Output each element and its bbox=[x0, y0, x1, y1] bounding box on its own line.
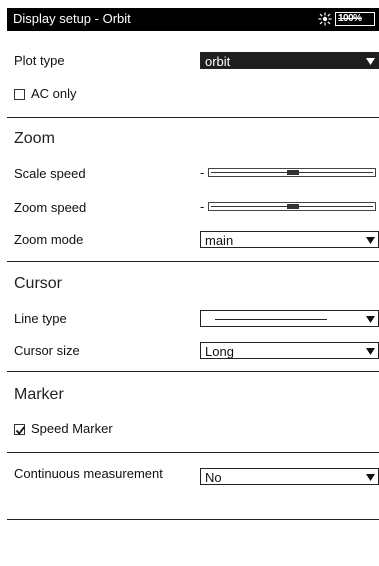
line-type-sample bbox=[215, 319, 327, 320]
cursor-size-label: Cursor size bbox=[14, 343, 80, 358]
slider-track bbox=[208, 202, 376, 211]
line-type-select[interactable] bbox=[200, 310, 379, 327]
slider-track bbox=[208, 168, 376, 177]
plot-type-value: orbit bbox=[205, 54, 231, 69]
ac-only-checkbox[interactable] bbox=[14, 89, 25, 100]
zoom-mode-select[interactable]: main bbox=[200, 231, 379, 248]
slider-min-text: - bbox=[200, 165, 205, 180]
dropdown-arrow-icon bbox=[366, 58, 375, 65]
dropdown-arrow-icon bbox=[366, 237, 375, 244]
slider-thumb[interactable] bbox=[287, 170, 299, 175]
cursor-size-select[interactable]: Long bbox=[200, 342, 379, 359]
slider-thumb[interactable] bbox=[287, 204, 299, 209]
divider bbox=[7, 519, 379, 520]
zoom-heading: Zoom bbox=[14, 130, 55, 147]
ac-only-label: AC only bbox=[31, 86, 77, 101]
window-title: Display setup - Orbit bbox=[13, 11, 131, 26]
title-bar: Display setup - Orbit 100% bbox=[7, 8, 379, 31]
marker-heading: Marker bbox=[14, 386, 64, 403]
speed-marker-label: Speed Marker bbox=[31, 421, 113, 436]
battery-indicator: 100% bbox=[335, 12, 375, 26]
divider bbox=[7, 452, 379, 453]
slider-min-text: - bbox=[200, 199, 205, 214]
dropdown-arrow-icon bbox=[366, 348, 375, 355]
plot-type-select[interactable]: orbit bbox=[200, 52, 379, 69]
line-type-label: Line type bbox=[14, 311, 67, 326]
dropdown-arrow-icon bbox=[366, 316, 375, 323]
zoom-speed-label: Zoom speed bbox=[14, 200, 87, 215]
zoom-mode-label: Zoom mode bbox=[14, 232, 84, 247]
continuous-measurement-label: Continuous measurement bbox=[14, 466, 163, 481]
cursor-size-value: Long bbox=[205, 344, 234, 359]
dropdown-arrow-icon bbox=[366, 474, 375, 481]
zoom-mode-value: main bbox=[205, 233, 234, 248]
scale-speed-label: Scale speed bbox=[14, 166, 86, 181]
speed-marker-checkbox[interactable] bbox=[14, 424, 26, 435]
divider bbox=[7, 117, 379, 118]
divider bbox=[7, 371, 379, 372]
continuous-measurement-value: No bbox=[205, 470, 222, 485]
divider bbox=[7, 261, 379, 262]
continuous-measurement-select[interactable]: No bbox=[200, 468, 379, 485]
checkmark-icon bbox=[15, 426, 26, 435]
status-icon bbox=[318, 12, 332, 26]
battery-text: 100% bbox=[338, 13, 362, 24]
cursor-heading: Cursor bbox=[14, 275, 63, 292]
zoom-speed-slider[interactable]: - bbox=[200, 199, 379, 215]
plot-type-label: Plot type bbox=[14, 53, 65, 68]
scale-speed-slider[interactable]: - bbox=[200, 165, 379, 181]
